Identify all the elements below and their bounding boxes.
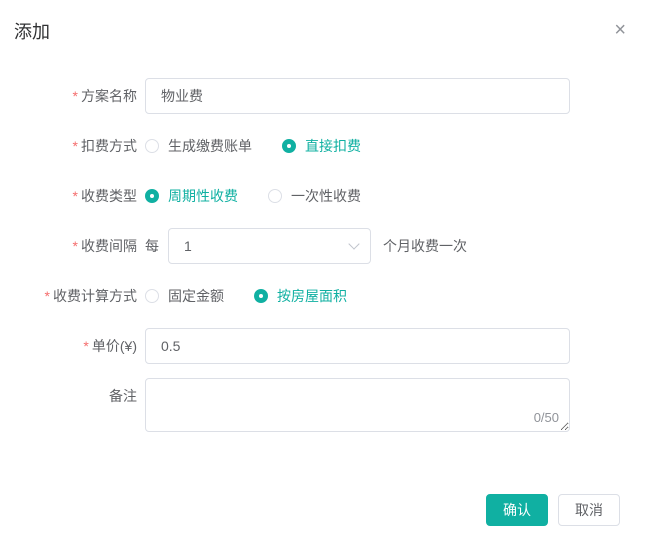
radio-by-house-area[interactable]: 按房屋面积 xyxy=(254,286,347,306)
form-row-charge-type: *收费类型 周期性收费 一次性收费 xyxy=(0,178,646,214)
deduct-method-label: *扣费方式 xyxy=(0,128,145,164)
radio-icon xyxy=(145,289,159,303)
confirm-button[interactable]: 确认 xyxy=(486,494,548,526)
required-asterisk: * xyxy=(73,88,78,104)
deduct-method-radio-group: 生成缴费账单 直接扣费 xyxy=(145,128,391,164)
required-asterisk: * xyxy=(73,138,78,154)
add-form: *方案名称 *扣费方式 生成缴费账单 直接扣费 * xyxy=(0,78,646,432)
charge-type-radio-group: 周期性收费 一次性收费 xyxy=(145,178,391,214)
remark-textarea-wrap: 0/50 xyxy=(145,378,570,432)
form-row-plan-name: *方案名称 xyxy=(0,78,646,114)
radio-direct-deduct[interactable]: 直接扣费 xyxy=(282,136,361,156)
calc-method-radio-group: 固定金额 按房屋面积 xyxy=(145,278,377,314)
required-asterisk: * xyxy=(83,338,88,354)
add-dialog: 添加 × *方案名称 *扣费方式 生成缴费账单 直接扣费 xyxy=(0,0,646,551)
dialog-footer: 确认 取消 xyxy=(0,494,646,526)
charge-type-label: *收费类型 xyxy=(0,178,145,214)
charge-interval-control: 每 1 个月收费一次 xyxy=(145,228,467,264)
radio-icon xyxy=(145,139,159,153)
required-asterisk: * xyxy=(73,238,78,254)
form-row-calc-method: *收费计算方式 固定金额 按房屋面积 xyxy=(0,278,646,314)
radio-icon xyxy=(282,139,296,153)
cancel-button[interactable]: 取消 xyxy=(558,494,620,526)
form-row-charge-interval: *收费间隔 每 1 个月收费一次 xyxy=(0,228,646,264)
form-row-deduct-method: *扣费方式 生成缴费账单 直接扣费 xyxy=(0,128,646,164)
radio-icon xyxy=(145,189,159,203)
dialog-header: 添加 × xyxy=(0,20,646,45)
radio-fixed-amount[interactable]: 固定金额 xyxy=(145,286,224,306)
chevron-down-icon xyxy=(348,238,359,249)
close-icon[interactable]: × xyxy=(614,20,626,40)
interval-select-value: 1 xyxy=(184,238,192,254)
required-asterisk: * xyxy=(45,288,50,304)
form-row-unit-price: *单价(¥) xyxy=(0,328,646,364)
remark-textarea[interactable] xyxy=(146,379,569,431)
plan-name-input[interactable] xyxy=(145,78,570,114)
radio-generate-bill[interactable]: 生成缴费账单 xyxy=(145,136,252,156)
interval-suffix: 个月收费一次 xyxy=(383,236,467,256)
charge-interval-label: *收费间隔 xyxy=(0,228,145,264)
radio-onetime-charge[interactable]: 一次性收费 xyxy=(268,186,361,206)
remark-label: 备注 xyxy=(0,378,145,414)
unit-price-label: *单价(¥) xyxy=(0,328,145,364)
plan-name-label: *方案名称 xyxy=(0,78,145,114)
calc-method-label: *收费计算方式 xyxy=(0,278,145,314)
unit-price-input[interactable] xyxy=(145,328,570,364)
radio-periodic-charge[interactable]: 周期性收费 xyxy=(145,186,238,206)
radio-icon xyxy=(268,189,282,203)
interval-select[interactable]: 1 xyxy=(168,228,371,264)
required-asterisk: * xyxy=(73,188,78,204)
dialog-title: 添加 xyxy=(14,22,50,42)
radio-icon xyxy=(254,289,268,303)
interval-prefix: 每 xyxy=(145,236,159,256)
form-row-remark: 备注 0/50 xyxy=(0,378,646,432)
